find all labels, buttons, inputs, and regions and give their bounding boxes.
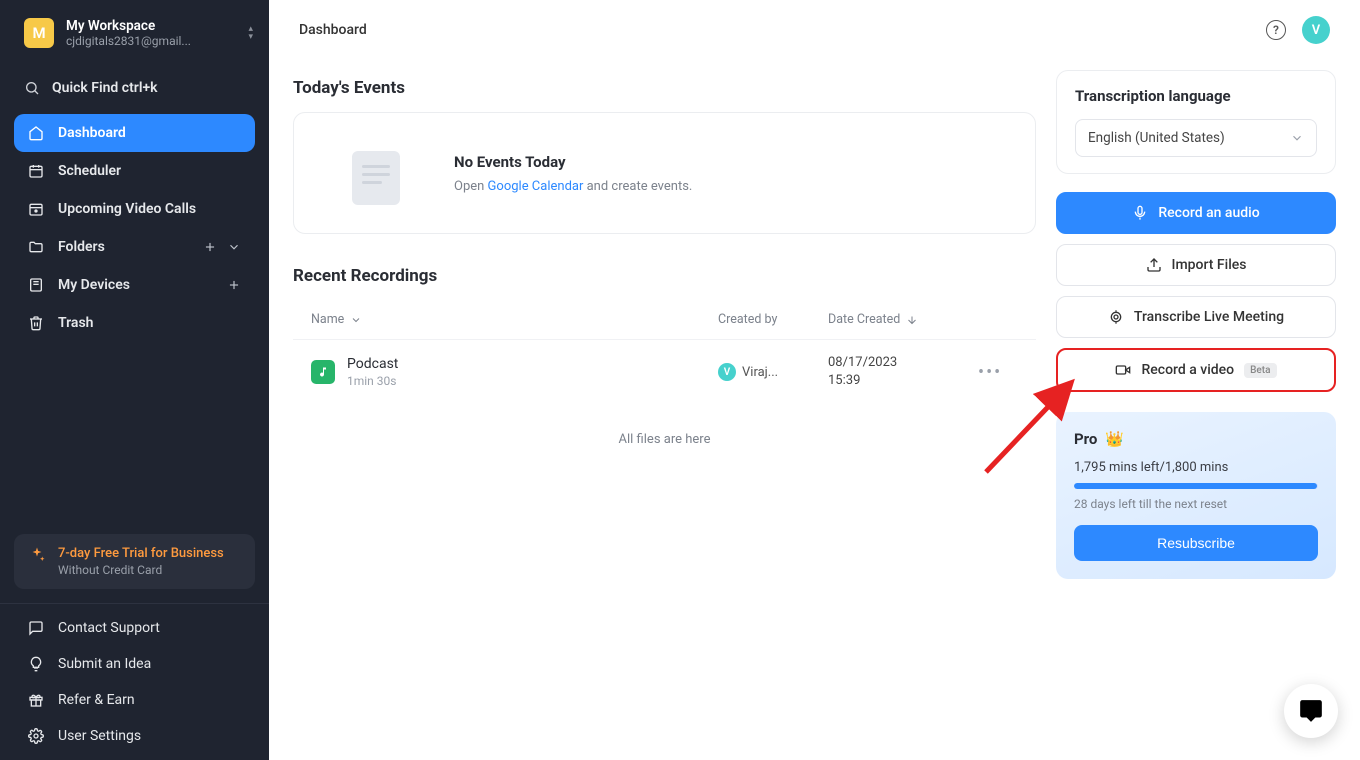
no-events-subtext: Open Google Calendar and create events. (454, 179, 692, 194)
empty-events-illustration (318, 133, 428, 213)
cast-icon (1108, 309, 1124, 325)
video-icon (1115, 362, 1131, 378)
workspace-avatar: M (24, 18, 54, 48)
events-card: No Events Today Open Google Calendar and… (293, 112, 1036, 234)
column-name[interactable]: Name (311, 312, 718, 327)
footer-refer-earn[interactable]: Refer & Earn (0, 682, 269, 718)
gift-icon (28, 692, 44, 708)
main-content: Dashboard ? V Today's Events No Events T… (269, 0, 1360, 760)
footer-label: Submit an Idea (58, 656, 151, 672)
chevron-down-icon[interactable] (227, 240, 241, 254)
topbar: Dashboard ? V (269, 0, 1360, 60)
no-events-title: No Events Today (454, 153, 692, 171)
record-audio-button[interactable]: Record an audio (1056, 192, 1336, 234)
plus-icon[interactable] (203, 240, 217, 254)
page-title: Dashboard (299, 22, 367, 38)
creator-avatar: V (718, 363, 736, 381)
folder-icon (28, 239, 44, 255)
sidebar-item-label: Scheduler (58, 163, 121, 179)
footer-user-settings[interactable]: User Settings (0, 718, 269, 754)
help-icon[interactable]: ? (1266, 20, 1286, 40)
footer-submit-idea[interactable]: Submit an Idea (0, 646, 269, 682)
quick-find[interactable]: Quick Find ctrl+k (0, 70, 269, 106)
sidebar-item-upcoming-calls[interactable]: Upcoming Video Calls (14, 190, 255, 228)
sidebar-item-devices[interactable]: My Devices (14, 266, 255, 304)
column-created-by[interactable]: Created by (718, 312, 828, 327)
pro-label: Pro (1074, 430, 1097, 448)
column-date-created[interactable]: Date Created (828, 312, 978, 327)
date-created-cell: 08/17/2023 15:39 (828, 354, 978, 390)
recordings-table-header: Name Created by Date Created (293, 300, 1036, 340)
language-select[interactable]: English (United States) (1075, 119, 1317, 157)
trial-title: 7-day Free Trial for Business (58, 546, 224, 561)
transcription-language-panel: Transcription language English (United S… (1056, 70, 1336, 174)
chevron-down-icon (350, 314, 362, 326)
recordings-heading: Recent Recordings (293, 266, 1036, 286)
import-files-button[interactable]: Import Files (1056, 244, 1336, 286)
chat-support-fab[interactable] (1284, 684, 1338, 738)
transcribe-live-meeting-button[interactable]: Transcribe Live Meeting (1056, 296, 1336, 338)
mic-icon (1132, 205, 1148, 221)
footer-label: Contact Support (58, 620, 160, 636)
trial-promo-card[interactable]: 7-day Free Trial for Business Without Cr… (14, 534, 255, 589)
sidebar-item-label: Trash (58, 315, 93, 331)
recording-name: Podcast (347, 356, 718, 372)
sidebar-item-dashboard[interactable]: Dashboard (14, 114, 255, 152)
pro-progress-bar (1074, 483, 1318, 489)
chat-bubble-icon (1298, 698, 1324, 724)
search-icon (24, 80, 40, 96)
upload-icon (1146, 257, 1162, 273)
sidebar-item-label: Upcoming Video Calls (58, 201, 196, 217)
footer-label: Refer & Earn (58, 692, 135, 708)
recording-row[interactable]: Podcast 1min 30s V Viraj... 08/17/2023 1… (293, 340, 1036, 404)
sidebar-item-trash[interactable]: Trash (14, 304, 255, 342)
footer-label: User Settings (58, 728, 141, 744)
record-video-button[interactable]: Record a video Beta (1056, 348, 1336, 392)
all-files-message: All files are here (293, 404, 1036, 475)
pro-plan-panel: Pro 👑 1,795 mins left/1,800 mins 28 days… (1056, 412, 1336, 579)
trial-subtitle: Without Credit Card (58, 563, 224, 577)
arrow-down-icon (906, 314, 918, 326)
trash-icon (28, 315, 44, 331)
sidebar-item-folders[interactable]: Folders (14, 228, 255, 266)
crown-icon: 👑 (1105, 430, 1124, 448)
events-heading: Today's Events (293, 78, 1036, 98)
language-selected-value: English (United States) (1088, 130, 1225, 146)
workspace-name: My Workspace (66, 18, 236, 34)
google-calendar-link[interactable]: Google Calendar (488, 179, 584, 194)
sidebar-item-label: Folders (58, 239, 105, 255)
resubscribe-button[interactable]: Resubscribe (1074, 525, 1318, 561)
row-actions-menu[interactable]: ••• (978, 362, 1018, 383)
sidebar-item-scheduler[interactable]: Scheduler (14, 152, 255, 190)
chevron-down-icon (1290, 131, 1304, 145)
transcription-language-title: Transcription language (1075, 87, 1317, 105)
sidebar-item-label: Dashboard (58, 125, 126, 141)
sidebar-item-label: My Devices (58, 277, 130, 293)
pro-reset-note: 28 days left till the next reset (1074, 497, 1318, 511)
gear-icon (28, 728, 44, 744)
user-avatar[interactable]: V (1302, 16, 1330, 44)
home-icon (28, 125, 44, 141)
chat-icon (28, 620, 44, 636)
device-icon (28, 277, 44, 293)
sidebar: M My Workspace cjdigitals2831@gmail... ▴… (0, 0, 269, 760)
beta-badge: Beta (1244, 363, 1276, 378)
sparkle-icon (28, 546, 46, 564)
recording-duration: 1min 30s (347, 374, 718, 388)
plus-icon[interactable] (227, 278, 241, 292)
audio-file-icon (311, 360, 335, 384)
pro-progress-fill (1074, 483, 1317, 489)
chevron-updown-icon: ▴▾ (248, 25, 253, 41)
creator-name: Viraj... (742, 365, 778, 380)
bulb-icon (28, 656, 44, 672)
pro-minutes-text: 1,795 mins left/1,800 mins (1074, 460, 1318, 475)
footer-contact-support[interactable]: Contact Support (0, 610, 269, 646)
calendar-icon (28, 163, 44, 179)
calendar-dot-icon (28, 201, 44, 217)
workspace-switcher[interactable]: M My Workspace cjdigitals2831@gmail... ▴… (0, 0, 269, 64)
sidebar-footer: Contact Support Submit an Idea Refer & E… (0, 603, 269, 760)
sidebar-nav: Dashboard Scheduler Upcoming Video Calls… (0, 106, 269, 342)
workspace-email: cjdigitals2831@gmail... (66, 34, 196, 48)
quick-find-label: Quick Find ctrl+k (52, 80, 158, 96)
